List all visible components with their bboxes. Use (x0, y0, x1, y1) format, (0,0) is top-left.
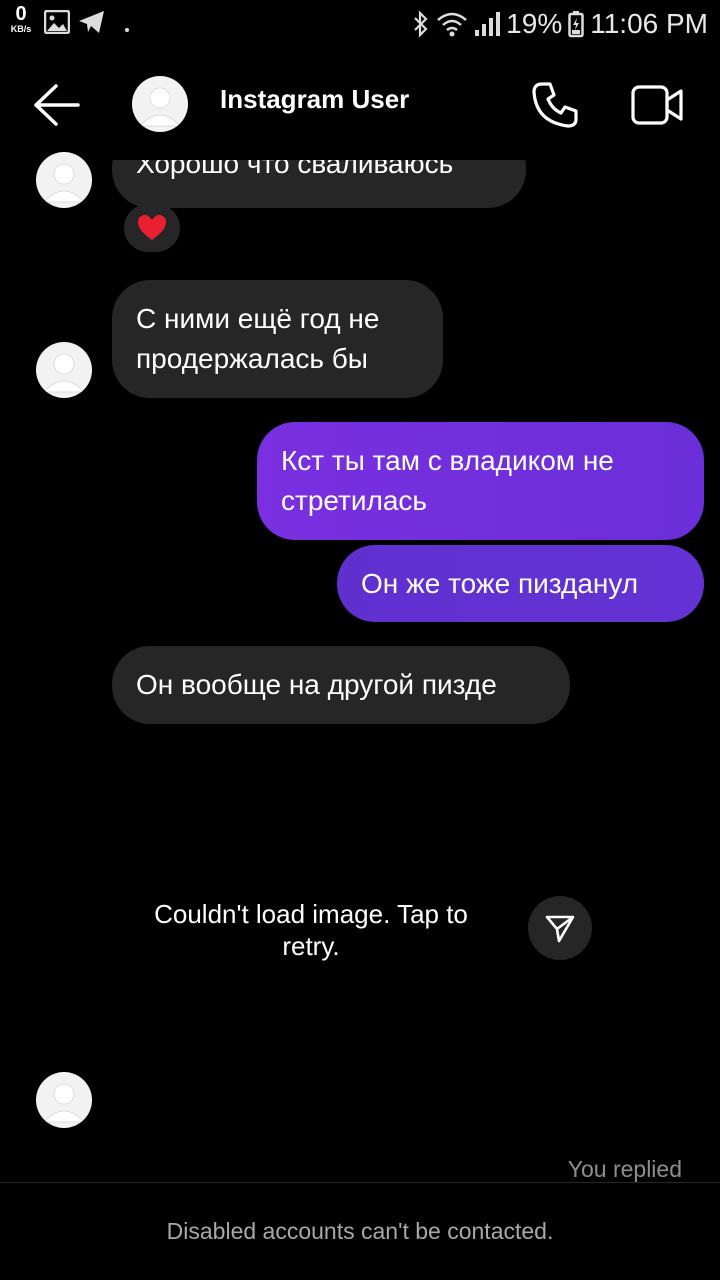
user-silhouette-icon (138, 87, 182, 127)
voice-call-button[interactable] (530, 80, 580, 135)
network-speed-value: 0 (15, 3, 27, 25)
outgoing-message[interactable]: Он же тоже пизданул (337, 545, 704, 622)
message-reaction[interactable] (124, 204, 180, 252)
status-right: 19% 11:06 PM (412, 6, 708, 42)
disabled-account-notice: Disabled accounts can't be contacted. (166, 1218, 554, 1244)
image-load-error[interactable]: Couldn't load image. Tap to retry. (150, 898, 472, 962)
clock: 11:06 PM (590, 8, 708, 39)
network-speed: 0 KB/s (6, 4, 36, 34)
telegram-icon (78, 10, 106, 39)
chat-title[interactable]: Instagram User (220, 84, 409, 115)
header-avatar[interactable] (132, 76, 188, 132)
footer-divider (0, 1182, 720, 1183)
outgoing-message[interactable]: Кст ты там с владиком не стретилась (257, 422, 704, 540)
user-silhouette-icon (42, 1083, 86, 1123)
gallery-icon (43, 9, 71, 39)
back-button[interactable] (30, 82, 80, 133)
send-icon (545, 915, 575, 943)
sender-avatar[interactable] (36, 1072, 92, 1128)
wifi-icon (436, 10, 468, 38)
video-camera-icon (631, 85, 683, 125)
bluetooth-icon (412, 10, 430, 38)
incoming-message[interactable]: Он вообще на другой пизде (112, 646, 570, 724)
battery-percent: 19% (506, 8, 563, 39)
video-call-button[interactable] (630, 84, 684, 131)
notification-dot-icon (124, 20, 130, 38)
heart-icon (138, 215, 166, 240)
message-clip: Хорошо что сваливаюсь (0, 160, 720, 220)
network-speed-unit: KB/s (10, 24, 32, 34)
phone-icon (532, 82, 578, 128)
share-button[interactable] (528, 896, 592, 960)
status-bar: 0 KB/s 19% 11:06 PM (0, 0, 720, 48)
battery-icon (568, 10, 584, 38)
incoming-message[interactable]: С ними ещё год не продержалась бы (112, 280, 443, 398)
sender-avatar[interactable] (36, 342, 92, 398)
you-replied-label: You replied (567, 1156, 682, 1182)
incoming-message[interactable]: Хорошо что сваливаюсь (112, 160, 526, 208)
signal-icon (474, 10, 501, 38)
user-silhouette-icon (42, 353, 86, 393)
